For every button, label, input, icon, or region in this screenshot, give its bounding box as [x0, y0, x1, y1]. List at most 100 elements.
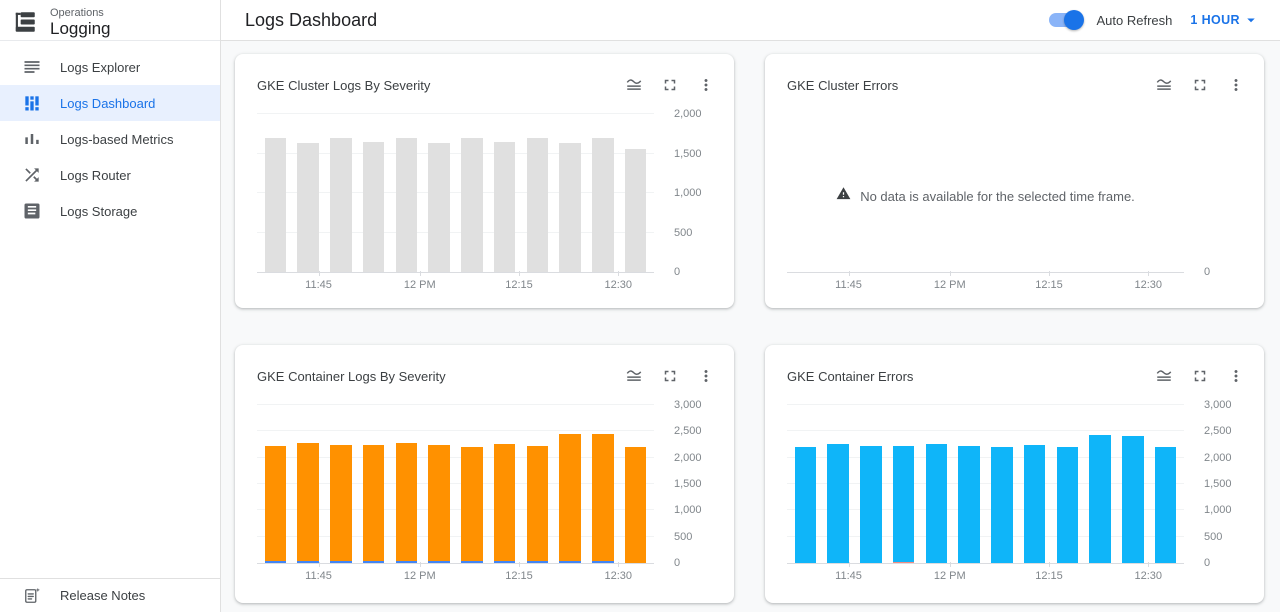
y-tick-label: 2,500: [674, 425, 702, 437]
bar-segment[interactable]: [297, 143, 319, 272]
x-tick-mark: [950, 562, 951, 567]
area-chart-button[interactable]: [1150, 71, 1178, 99]
y-axis-labels: 0: [1190, 114, 1250, 272]
sidebar-item-logs-dashboard[interactable]: Logs Dashboard: [0, 85, 220, 121]
bar-segment[interactable]: [494, 142, 516, 272]
bar-segment[interactable]: [625, 447, 647, 563]
sidebar-item-logs-router[interactable]: Logs Router: [0, 157, 220, 193]
y-tick-label: 0: [1204, 557, 1210, 569]
y-tick-label: 2,000: [1204, 452, 1232, 464]
bar: [587, 405, 620, 563]
bar-segment[interactable]: [592, 138, 614, 272]
logs-router-icon: [22, 165, 42, 185]
bar-segment[interactable]: [461, 447, 483, 561]
bar: [1018, 405, 1051, 563]
bar-segment[interactable]: [860, 446, 882, 563]
x-tick-mark: [1049, 562, 1050, 567]
bar: [488, 405, 521, 563]
sidebar-item-label: Logs Dashboard: [60, 96, 155, 111]
bar-segment[interactable]: [396, 443, 418, 561]
bar-segment[interactable]: [428, 445, 450, 561]
bar-segment[interactable]: [795, 447, 817, 563]
fullscreen-button[interactable]: [1186, 362, 1214, 390]
more-vert-button[interactable]: [692, 362, 720, 390]
bar-segment[interactable]: [1057, 447, 1079, 563]
bar-segment[interactable]: [893, 446, 915, 562]
bar-segment[interactable]: [625, 149, 647, 272]
bar: [292, 405, 325, 563]
bar-segment[interactable]: [1155, 447, 1177, 563]
bar: [920, 405, 953, 563]
y-tick-label: 1,500: [674, 148, 702, 160]
bar-segment[interactable]: [363, 142, 385, 272]
cards-grid: GKE Cluster Logs By Severity05001,0001,5…: [235, 54, 1264, 603]
bar-segment[interactable]: [494, 444, 516, 561]
x-tick-label: 12 PM: [404, 279, 436, 291]
bar: [488, 114, 521, 272]
more-vert-button[interactable]: [1222, 71, 1250, 99]
sidebar-item-label: Logs Explorer: [60, 60, 140, 75]
x-tick-label: 12 PM: [404, 570, 436, 582]
product-name: Logging: [50, 19, 111, 38]
bar-segment[interactable]: [827, 444, 849, 563]
x-axis-labels: 11:4512 PM12:1512:30: [787, 272, 1184, 300]
bar: [1084, 405, 1117, 563]
bar-segment[interactable]: [592, 434, 614, 561]
y-axis-labels: 05001,0001,5002,000: [660, 114, 720, 272]
bar-segment[interactable]: [363, 445, 385, 561]
bar-segment[interactable]: [265, 446, 287, 561]
bar-segment[interactable]: [330, 138, 352, 272]
y-tick-label: 1,000: [674, 504, 702, 516]
bar: [456, 114, 489, 272]
area-chart-button[interactable]: [620, 362, 648, 390]
sidebar-item-release-notes[interactable]: Release Notes: [0, 578, 220, 612]
bar-segment[interactable]: [1122, 436, 1144, 563]
bar-group: [789, 405, 1182, 563]
sidebar-item-logs-based-metrics[interactable]: Logs-based Metrics: [0, 121, 220, 157]
bar-segment[interactable]: [1024, 445, 1046, 563]
logs-storage-icon: [22, 201, 42, 221]
bar-segment[interactable]: [958, 446, 980, 563]
bar-segment[interactable]: [527, 446, 549, 561]
area-chart-icon: [1155, 367, 1173, 385]
sidebar-item-label: Logs Router: [60, 168, 131, 183]
x-tick-label: 11:45: [835, 279, 862, 291]
dashboard-content: GKE Cluster Logs By Severity05001,0001,5…: [221, 41, 1280, 603]
area-chart-button[interactable]: [620, 71, 648, 99]
bar-segment[interactable]: [926, 444, 948, 563]
bar-segment[interactable]: [297, 443, 319, 561]
product-title: Operations Logging: [50, 7, 111, 38]
time-range-dropdown[interactable]: 1 HOUR: [1190, 11, 1260, 29]
bar-segment[interactable]: [428, 143, 450, 272]
more-vert-button[interactable]: [692, 71, 720, 99]
bar-segment[interactable]: [396, 138, 418, 272]
fullscreen-button[interactable]: [1186, 71, 1214, 99]
area-chart-button[interactable]: [1150, 362, 1178, 390]
x-tick-label: 12:15: [1035, 279, 1063, 291]
bar-segment[interactable]: [461, 138, 483, 272]
area-chart-icon: [1155, 76, 1173, 94]
fullscreen-button[interactable]: [656, 362, 684, 390]
chart-card-gke-cluster-logs-by-severity: GKE Cluster Logs By Severity05001,0001,5…: [235, 54, 734, 308]
bar-segment[interactable]: [991, 447, 1013, 563]
bar-segment[interactable]: [330, 445, 352, 561]
auto-refresh-toggle[interactable]: [1047, 10, 1084, 30]
x-tick-label: 11:45: [305, 279, 332, 291]
sidebar-item-logs-explorer[interactable]: Logs Explorer: [0, 49, 220, 85]
bar-segment[interactable]: [559, 434, 581, 561]
x-tick-label: 11:45: [835, 570, 862, 582]
bar-segment[interactable]: [1089, 435, 1111, 563]
bar-segment[interactable]: [265, 138, 287, 272]
fullscreen-button[interactable]: [656, 71, 684, 99]
bar: [390, 405, 423, 563]
bar-segment[interactable]: [559, 143, 581, 272]
y-tick-label: 2,500: [1204, 425, 1232, 437]
card-header: GKE Cluster Errors: [765, 54, 1264, 98]
more-vert-button[interactable]: [1222, 362, 1250, 390]
y-tick-label: 1,500: [674, 478, 702, 490]
y-tick-label: 1,000: [674, 187, 702, 199]
card-actions: [1150, 362, 1250, 390]
sidebar-item-logs-storage[interactable]: Logs Storage: [0, 193, 220, 229]
bar-segment[interactable]: [527, 138, 549, 272]
x-tick-mark: [618, 562, 619, 567]
